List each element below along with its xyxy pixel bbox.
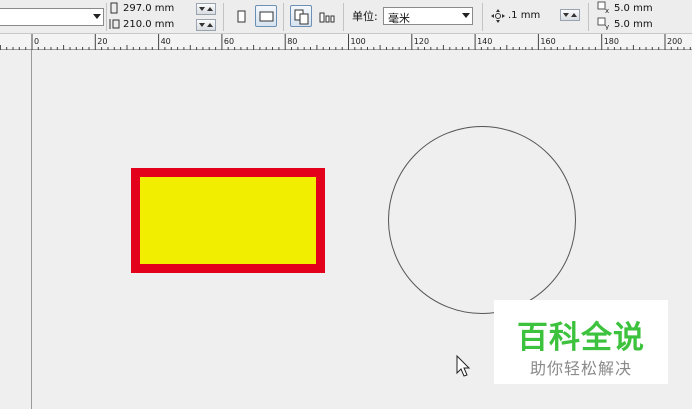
toolbar-separator — [283, 3, 284, 31]
page-width-spinner[interactable] — [196, 3, 216, 15]
watermark-logo: 百科全说 助你轻松解决 — [494, 300, 668, 384]
ruler-label: 160 — [540, 37, 555, 46]
circle-shape[interactable] — [388, 126, 576, 314]
ruler-label: 20 — [97, 37, 107, 46]
duplicate-y-icon: y — [597, 17, 609, 30]
ruler-label: 200 — [667, 37, 682, 46]
page-height-icon — [109, 19, 120, 29]
duplicate-y-field[interactable]: 5.0 mm — [614, 18, 684, 32]
mouse-cursor-icon — [456, 355, 471, 377]
duplicate-x-icon: x — [597, 1, 609, 14]
nudge-spinner[interactable] — [560, 9, 580, 21]
landscape-icon — [259, 11, 274, 22]
page-left-edge-line — [31, 50, 32, 409]
current-page-button[interactable] — [315, 5, 337, 27]
property-bar: 297.0 mm 210.0 mm 单位: 毫米 .1 mm x 5.0 mm … — [0, 0, 692, 34]
current-page-icon — [319, 12, 335, 23]
ruler-label: 80 — [287, 37, 297, 46]
ruler-ticks: 0 20 40 60 80 100 120 140 160 180 200 — [0, 34, 691, 50]
landscape-button[interactable] — [255, 5, 277, 27]
nudge-icon — [491, 9, 505, 23]
ruler-label: 140 — [477, 37, 492, 46]
ruler-label: 60 — [224, 37, 234, 46]
page-height-spinner[interactable] — [196, 19, 216, 31]
page-height-field[interactable]: 210.0 mm — [123, 18, 193, 32]
chevron-down-icon — [462, 13, 470, 18]
watermark-subtitle: 助你轻松解决 — [529, 359, 632, 378]
ruler-label: 100 — [351, 37, 366, 46]
nudge-field[interactable]: .1 mm — [508, 9, 558, 23]
toolbar-separator — [106, 3, 107, 31]
page-width-icon — [110, 2, 118, 14]
units-value: 毫米 — [388, 12, 410, 25]
all-pages-button[interactable] — [290, 5, 312, 27]
portrait-button[interactable] — [230, 5, 252, 27]
toolbar-separator — [588, 3, 589, 31]
page-width-field[interactable]: 297.0 mm — [123, 2, 193, 16]
ruler-label: 40 — [161, 37, 171, 46]
duplicate-x-field[interactable]: 5.0 mm — [614, 2, 684, 16]
ruler-label: 180 — [604, 37, 619, 46]
toolbar-separator — [482, 3, 483, 31]
yellow-rectangle[interactable] — [131, 168, 325, 273]
chevron-down-icon — [93, 14, 101, 19]
units-dropdown[interactable]: 毫米 — [383, 7, 473, 25]
ruler-label: 120 — [414, 37, 429, 46]
watermark-title: 百科全说 — [517, 320, 645, 356]
units-label: 单位: — [352, 10, 378, 23]
horizontal-ruler[interactable]: 0 20 40 60 80 100 120 140 160 180 200 — [0, 34, 692, 50]
svg-text:y: y — [605, 23, 609, 30]
ruler-label: 0 — [34, 37, 39, 46]
toolbar-separator — [223, 3, 224, 31]
toolbar-separator — [343, 3, 344, 31]
svg-text:x: x — [605, 7, 609, 14]
paper-size-dropdown[interactable] — [0, 8, 104, 26]
portrait-icon — [237, 10, 246, 23]
all-pages-icon — [294, 9, 309, 25]
